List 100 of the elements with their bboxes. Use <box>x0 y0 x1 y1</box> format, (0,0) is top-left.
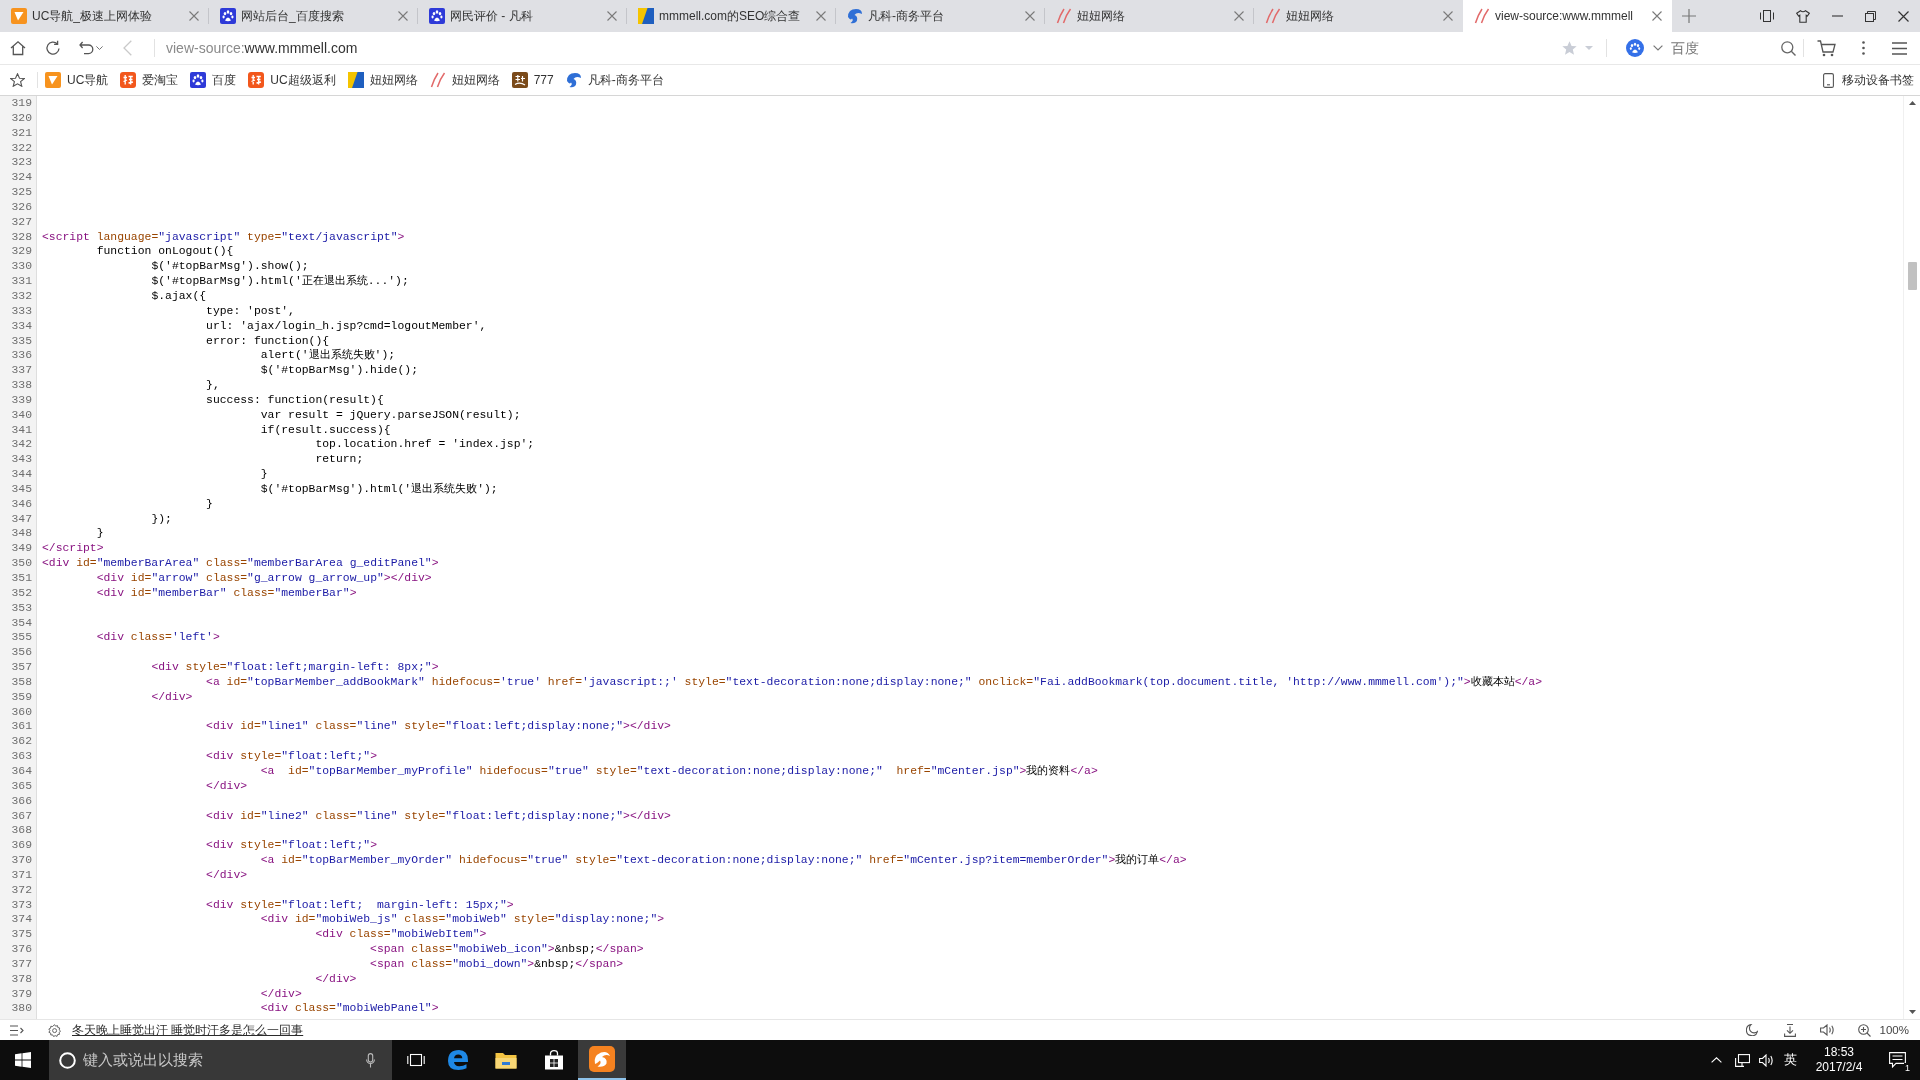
shirt-icon[interactable] <box>1796 9 1810 23</box>
line-number: 352 <box>10 585 32 601</box>
address-field[interactable]: view-source:www.mmmell.com <box>166 40 1562 56</box>
phone-icon <box>1823 72 1834 88</box>
code-line: var result = jQuery.parseJSON(result); <box>259 407 521 423</box>
code-line: <div style="float:left;"> <box>205 749 377 764</box>
news-link[interactable]: 冬天晚上睡觉出汗 睡觉时汗多是怎么一回事 <box>72 1022 304 1038</box>
line-number: 339 <box>10 392 32 408</box>
code-line: <div class='left'> <box>95 630 220 646</box>
line-number: 326 <box>10 199 32 215</box>
browser-tab[interactable]: 网站后台_百度搜索 <box>209 0 418 32</box>
code-line: <div id="memberBar" class="memberBar"> <box>95 585 357 601</box>
code-line: alert('退出系统失败'); <box>259 348 396 364</box>
browser-tab[interactable]: UC导航_极速上网体验 <box>0 0 209 32</box>
taskbar-app-button[interactable] <box>578 1040 626 1080</box>
search-field[interactable]: 键入或说出以搜索 <box>83 1052 354 1068</box>
line-number: 380 <box>10 1001 32 1017</box>
swirl-tile-icon <box>589 1046 615 1072</box>
browser-tab[interactable]: mmmell.com的SEO综合查 <box>627 0 836 32</box>
download-icon[interactable] <box>1783 1023 1796 1037</box>
window-frame-icon[interactable] <box>1760 10 1774 22</box>
line-number: 360 <box>10 704 32 720</box>
close-icon[interactable] <box>1652 11 1662 21</box>
code-line: }, <box>205 378 220 393</box>
paw-icon <box>429 8 445 24</box>
star-outline-icon[interactable] <box>10 73 25 87</box>
browser-tab[interactable]: 网民评价 - 凡科 <box>418 0 627 32</box>
line-number: 341 <box>10 422 32 438</box>
restore-icon[interactable] <box>1865 10 1876 22</box>
line-number: 345 <box>10 481 32 497</box>
caret-up-icon[interactable] <box>1711 1057 1722 1063</box>
search-field[interactable]: 百度 <box>1671 40 1781 56</box>
code-line: <div id="arrow" class="g_arrow g_arrow_up"></div> <box>95 571 432 586</box>
notification-count: 1 <box>1904 1063 1911 1073</box>
microphone-icon[interactable] <box>366 1052 375 1068</box>
browser-tab[interactable]: view-source:www.mmmell <box>1463 0 1672 32</box>
moon-icon[interactable] <box>1745 1024 1758 1036</box>
paw-icon[interactable] <box>1626 39 1644 57</box>
clock-time[interactable]: 18:53 <box>1824 1045 1854 1060</box>
code-line: <script language="javascript" type="text/javascript"> <box>42 229 405 245</box>
caret-down-icon[interactable] <box>96 46 103 50</box>
windows-logo-icon[interactable] <box>15 1052 31 1068</box>
code-line: </div> <box>205 778 248 794</box>
line-number: 338 <box>10 378 32 393</box>
bookmark-link[interactable]: 妞妞网络 <box>341 68 424 92</box>
zoom-level[interactable]: 100% <box>1879 1024 1909 1036</box>
browser-tab[interactable]: 妞妞网络 <box>1045 0 1254 32</box>
scrollbar-thumb[interactable] <box>1907 262 1917 290</box>
bookmark-link[interactable]: UC超级返利 <box>242 68 342 92</box>
line-number: 320 <box>10 110 32 126</box>
taskbar-search-box[interactable]: 键入或说出以搜索 <box>49 1040 392 1080</box>
search-icon[interactable] <box>1781 40 1796 56</box>
menu-icon[interactable] <box>1892 41 1907 55</box>
line-number: 367 <box>10 808 32 824</box>
zoom-in-icon[interactable] <box>1857 1023 1871 1037</box>
sidebar-list-icon[interactable] <box>10 1024 24 1036</box>
code-line: $('#topBarMsg').show(); <box>150 259 309 275</box>
code-line: if(result.success){ <box>259 422 391 438</box>
code-line: $('#topBarMsg').html('正在退出系统...'); <box>150 274 409 289</box>
bookmark-link[interactable]: 爱淘宝 <box>114 68 185 92</box>
speaker-icon[interactable] <box>1759 1053 1774 1067</box>
close-icon[interactable] <box>1898 10 1909 22</box>
home-icon[interactable] <box>10 40 26 56</box>
more-icon[interactable] <box>1862 41 1865 55</box>
code-line: $.ajax({ <box>150 288 207 304</box>
code-line: return; <box>314 452 364 468</box>
star-icon[interactable] <box>1562 41 1577 55</box>
code-line: type: 'post', <box>205 303 295 319</box>
line-number: 378 <box>10 971 32 987</box>
speaker-icon[interactable] <box>1819 1024 1835 1036</box>
mobile-bookmarks-button[interactable]: 移动设备书签 <box>1819 68 1920 92</box>
double-slash-icon <box>1474 8 1490 24</box>
code-line: <span class="mobiWeb_icon">&nbsp;</span> <box>369 942 644 957</box>
message-bubble-icon[interactable] <box>1889 1052 1906 1068</box>
bookmark-link[interactable]: UC导航 <box>39 68 115 92</box>
bookmark-link[interactable]: 777 <box>505 69 560 91</box>
browser-tab[interactable]: 凡科-商务平台 <box>836 0 1045 32</box>
line-number: 343 <box>10 452 32 468</box>
line-number: 330 <box>10 259 32 275</box>
cart-icon[interactable] <box>1817 39 1836 57</box>
line-number: 379 <box>10 986 32 1002</box>
input-language[interactable]: 英 <box>1784 1051 1797 1069</box>
network-icon[interactable] <box>1735 1053 1750 1067</box>
code-line: <div id="line2" class="line" style="float:left;display:none;"></div> <box>205 808 671 824</box>
settings-icon[interactable] <box>48 1023 61 1037</box>
reload-icon[interactable] <box>45 40 61 56</box>
clock-date[interactable]: 2017/2/4 <box>1815 1060 1863 1075</box>
bookmark-link[interactable]: 百度 <box>184 68 243 92</box>
caret-down-icon[interactable] <box>1908 1010 1916 1014</box>
task-view-icon[interactable] <box>407 1053 425 1067</box>
code-line: url: 'ajax/login_h.jsp?cmd=logoutMember', <box>205 318 487 334</box>
caret-down-icon[interactable] <box>1653 45 1663 51</box>
code-line: </script> <box>42 541 104 557</box>
caret-up-icon[interactable] <box>1908 101 1916 105</box>
bookmark-link[interactable]: 凡科-商务平台 <box>559 68 670 92</box>
bookmark-link[interactable]: 妞妞网络 <box>423 68 506 92</box>
browser-tab[interactable]: 妞妞网络 <box>1254 0 1463 32</box>
undo-icon[interactable] <box>79 41 94 55</box>
line-number: 333 <box>10 303 32 319</box>
split-square-icon <box>638 8 654 24</box>
